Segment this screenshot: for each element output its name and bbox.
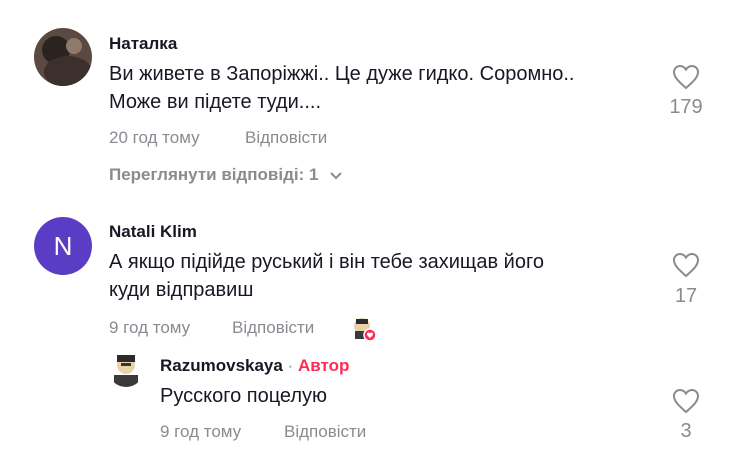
- avatar[interactable]: [34, 28, 92, 86]
- creator-liked-icon: [352, 316, 378, 347]
- chevron-down-icon: [330, 171, 342, 179]
- avatar-letter: N: [34, 217, 92, 275]
- comment-author[interactable]: Наталка: [109, 34, 177, 54]
- reply-button[interactable]: Відповісти: [245, 128, 327, 148]
- reply-button[interactable]: Відповісти: [232, 318, 314, 338]
- comment-author[interactable]: Natali Klim: [109, 222, 197, 242]
- avatar[interactable]: [108, 351, 144, 387]
- like-heart-icon[interactable]: [672, 64, 700, 90]
- comment-text-line: Може ви підете туди....: [109, 91, 322, 113]
- comment-author[interactable]: Razumovskaya: [160, 356, 283, 375]
- avatar[interactable]: N: [34, 217, 92, 275]
- avatar-photo: [108, 351, 144, 387]
- comment-text-line: Русского поцелую: [160, 385, 328, 407]
- comment-text-line: Ви живете в Запоріжжі.. Це дуже гидко. С…: [109, 63, 575, 85]
- comment-time: 20 год тому: [109, 128, 200, 147]
- view-replies-button[interactable]: Переглянути відповіді: 1: [109, 165, 343, 185]
- author-badge: Автор: [297, 356, 350, 375]
- separator-dot: ·: [287, 356, 294, 375]
- view-replies-label: Переглянути відповіді: 1: [109, 165, 319, 184]
- like-count: 3: [680, 420, 692, 442]
- comment-text-line: А якщо підійде руський і він тебе захища…: [109, 251, 544, 273]
- like-count: 179: [669, 96, 703, 118]
- reply-header: Razumovskaya · Автор: [160, 356, 349, 376]
- like-heart-icon[interactable]: [672, 252, 700, 278]
- comment-text-line: куди відправиш: [109, 279, 254, 301]
- like-heart-icon[interactable]: [672, 388, 700, 414]
- avatar-photo: [34, 28, 92, 86]
- like-count: 17: [674, 285, 698, 307]
- comment-time: 9 год тому: [160, 422, 242, 441]
- reply-button[interactable]: Відповісти: [284, 422, 366, 442]
- comment-time: 9 год тому: [109, 318, 191, 337]
